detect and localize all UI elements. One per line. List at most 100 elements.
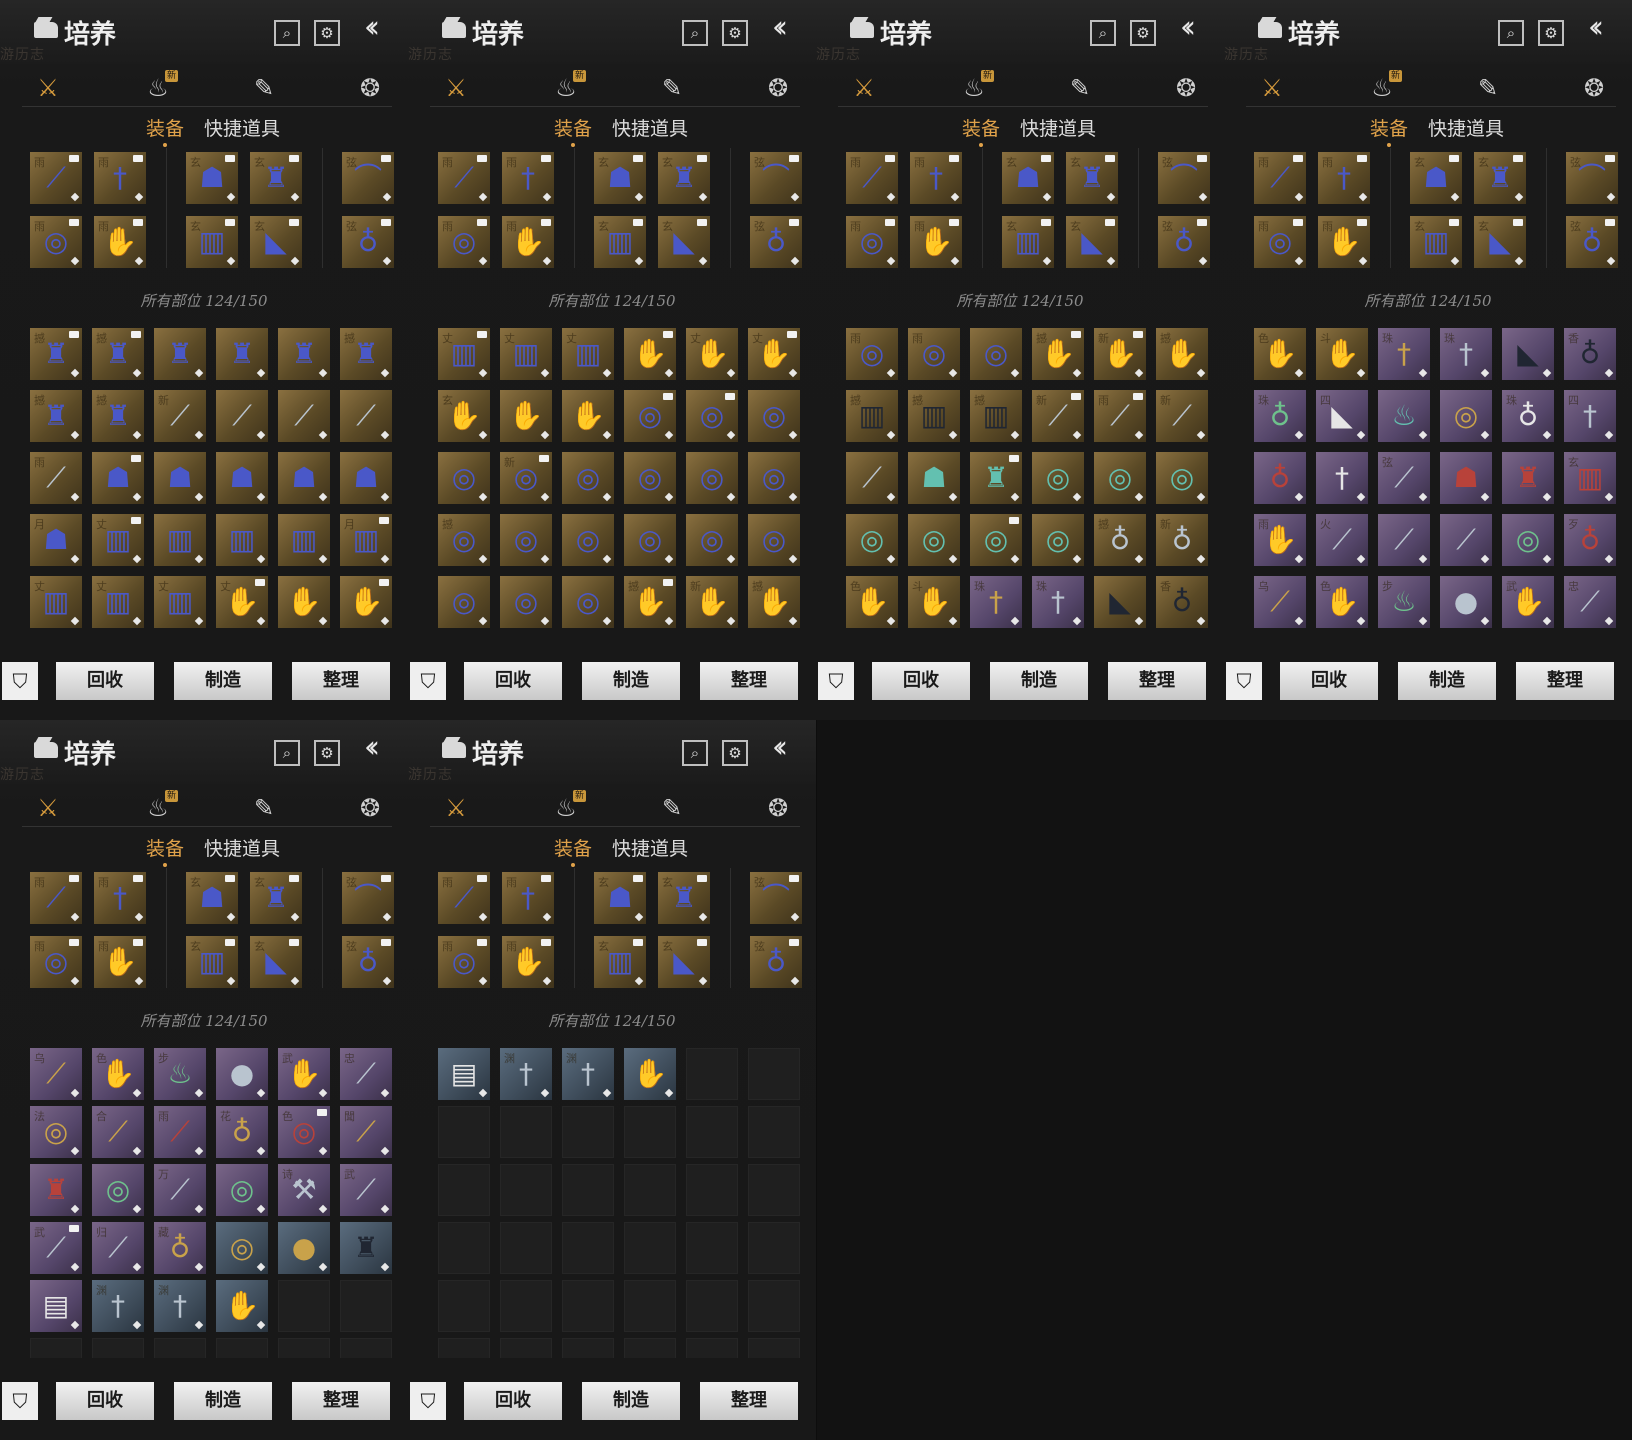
inventory-item-slot[interactable]: 雨 ◎ xyxy=(846,328,898,380)
sort-button[interactable]: 整理 xyxy=(1108,662,1206,700)
category-tab[interactable]: ⚔ xyxy=(30,792,66,824)
inventory-item-slot[interactable]: ◎ xyxy=(216,1164,268,1216)
equipped-slot[interactable]: 雨 ⟋ xyxy=(1254,152,1306,204)
tab-equipment[interactable]: 装备 xyxy=(1370,114,1408,147)
inventory-item-slot[interactable]: ● xyxy=(278,1222,330,1274)
inventory-item-slot[interactable]: 花 ♁ xyxy=(216,1106,268,1158)
craft-button[interactable]: 制造 xyxy=(174,1382,272,1420)
inventory-item-slot[interactable]: 珠 † xyxy=(1032,576,1084,628)
inventory-item-slot[interactable]: ◎ xyxy=(562,452,614,504)
category-tab[interactable]: ❂ xyxy=(760,792,796,824)
inventory-item-slot[interactable]: 丈 ▥ xyxy=(500,328,552,380)
empty-item-slot[interactable] xyxy=(686,1106,738,1158)
category-tab[interactable]: ⚔ xyxy=(438,72,474,104)
category-tab[interactable]: ♨ 新 xyxy=(140,790,178,824)
sort-button[interactable]: 整理 xyxy=(700,662,798,700)
inventory-item-slot[interactable]: 忠 ⟋ xyxy=(340,1048,392,1100)
empty-item-slot[interactable] xyxy=(500,1338,552,1358)
tab-equipment[interactable]: 装备 xyxy=(554,834,592,867)
inventory-item-slot[interactable]: ◎ xyxy=(1094,452,1146,504)
inventory-item-slot[interactable]: 新 ◎ xyxy=(500,452,552,504)
inventory-item-slot[interactable]: 渊 † xyxy=(154,1280,206,1332)
inventory-item-slot[interactable]: 撼 ♜ xyxy=(92,328,144,380)
inventory-item-slot[interactable]: ◎ xyxy=(1032,452,1084,504)
inventory-item-slot[interactable]: ◎ xyxy=(624,390,676,442)
empty-item-slot[interactable] xyxy=(686,1222,738,1274)
empty-item-slot[interactable] xyxy=(748,1338,800,1358)
equipped-slot[interactable]: 玄 ☗ xyxy=(1002,152,1054,204)
inventory-item-slot[interactable]: ♜ xyxy=(278,328,330,380)
empty-item-slot[interactable] xyxy=(438,1280,490,1332)
equipped-slot[interactable]: 弦 ♁ xyxy=(342,216,394,268)
back-button[interactable]: ‹‹ xyxy=(772,10,788,45)
empty-item-slot[interactable] xyxy=(624,1222,676,1274)
tab-equipment[interactable]: 装备 xyxy=(962,114,1000,147)
inventory-item-slot[interactable]: ⟋ xyxy=(278,390,330,442)
tab-quick-items[interactable]: 快捷道具 xyxy=(204,114,280,141)
tab-equipment[interactable]: 装备 xyxy=(554,114,592,147)
inventory-item-slot[interactable]: ◎ xyxy=(1032,514,1084,566)
inventory-item-slot[interactable]: 珠 † xyxy=(970,576,1022,628)
inventory-item-slot[interactable]: 新 ⟋ xyxy=(1032,390,1084,442)
category-tab[interactable]: ♨ 新 xyxy=(956,70,994,104)
empty-item-slot[interactable] xyxy=(686,1164,738,1216)
inventory-item-slot[interactable]: ◎ xyxy=(624,452,676,504)
sort-button[interactable]: 整理 xyxy=(292,1382,390,1420)
inventory-item-slot[interactable]: 斗 ✋ xyxy=(908,576,960,628)
inventory-item-slot[interactable]: ◎ xyxy=(970,328,1022,380)
equipped-slot[interactable]: 玄 ☗ xyxy=(1410,152,1462,204)
equipped-slot[interactable]: 弦 ⌒ xyxy=(1158,152,1210,204)
inventory-item-slot[interactable]: 珠 ♁ xyxy=(1254,390,1306,442)
category-tab[interactable]: ❂ xyxy=(760,72,796,104)
search-button[interactable]: ⌕ xyxy=(682,20,708,46)
empty-item-slot[interactable] xyxy=(438,1338,490,1358)
equipped-slot[interactable]: 玄 ◣ xyxy=(658,936,710,988)
empty-item-slot[interactable] xyxy=(92,1338,144,1358)
inventory-item-slot[interactable]: ☗ xyxy=(278,452,330,504)
inventory-item-slot[interactable]: 玄 ▥ xyxy=(1564,452,1616,504)
inventory-item-slot[interactable]: ♜ xyxy=(1502,452,1554,504)
inventory-item-slot[interactable]: 新 ⟋ xyxy=(1156,390,1208,442)
equipped-slot[interactable]: 玄 ▥ xyxy=(594,936,646,988)
inventory-item-slot[interactable]: ⟋ xyxy=(1440,514,1492,566)
inventory-item-slot[interactable]: 撼 ♜ xyxy=(30,328,82,380)
empty-item-slot[interactable] xyxy=(686,1338,738,1358)
inventory-item-slot[interactable]: 武 ⟋ xyxy=(340,1164,392,1216)
equipped-slot[interactable]: 玄 ♜ xyxy=(1474,152,1526,204)
back-button[interactable]: ‹‹ xyxy=(364,10,380,45)
equipped-slot[interactable]: 玄 ♜ xyxy=(250,872,302,924)
inventory-item-slot[interactable]: 月 ☗ xyxy=(30,514,82,566)
inventory-item-slot[interactable]: 色 ✋ xyxy=(1254,328,1306,380)
inventory-item-slot[interactable]: ☗ xyxy=(216,452,268,504)
tab-equipment[interactable]: 装备 xyxy=(146,834,184,867)
empty-item-slot[interactable] xyxy=(562,1106,614,1158)
inventory-item-slot[interactable]: ♜ xyxy=(340,1222,392,1274)
equipped-slot[interactable]: 弦 ♁ xyxy=(1158,216,1210,268)
equipped-slot[interactable]: 玄 ♜ xyxy=(1066,152,1118,204)
inventory-item-slot[interactable]: 色 ✋ xyxy=(1316,576,1368,628)
settings-button[interactable]: ⚙ xyxy=(1130,20,1156,46)
filter-button[interactable]: ⛉ xyxy=(1226,662,1262,700)
category-tab[interactable]: ❂ xyxy=(1168,72,1204,104)
inventory-item-slot[interactable]: 渊 † xyxy=(562,1048,614,1100)
recycle-button[interactable]: 回收 xyxy=(464,1382,562,1420)
equipped-slot[interactable]: 雨 ◎ xyxy=(438,936,490,988)
inventory-item-slot[interactable]: 藏 ♁ xyxy=(154,1222,206,1274)
inventory-item-slot[interactable]: 丈 ▥ xyxy=(562,328,614,380)
equipped-slot[interactable]: 弦 ♁ xyxy=(750,936,802,988)
inventory-item-slot[interactable]: 弦 ⟋ xyxy=(1378,452,1430,504)
inventory-item-slot[interactable]: 武 ✋ xyxy=(278,1048,330,1100)
tab-quick-items[interactable]: 快捷道具 xyxy=(1428,114,1504,141)
category-tab[interactable]: ✎ xyxy=(246,72,282,104)
inventory-item-slot[interactable]: ✋ xyxy=(624,1048,676,1100)
inventory-item-slot[interactable]: ◎ xyxy=(500,514,552,566)
filter-button[interactable]: ⛉ xyxy=(410,662,446,700)
inventory-item-slot[interactable]: ◎ xyxy=(438,576,490,628)
equipped-slot[interactable]: 雨 ✋ xyxy=(94,936,146,988)
filter-button[interactable]: ⛉ xyxy=(410,1382,446,1420)
category-tab[interactable]: ❂ xyxy=(1576,72,1612,104)
equipped-slot[interactable]: 玄 ◣ xyxy=(1474,216,1526,268)
filter-button[interactable]: ⛉ xyxy=(2,1382,38,1420)
craft-button[interactable]: 制造 xyxy=(1398,662,1496,700)
inventory-item-slot[interactable]: ◎ xyxy=(624,514,676,566)
